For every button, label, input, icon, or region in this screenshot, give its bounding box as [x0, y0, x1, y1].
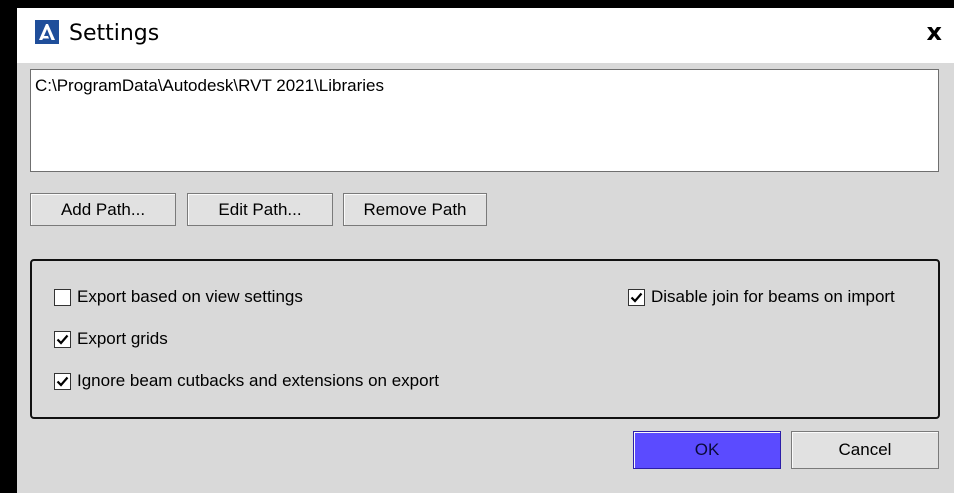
ok-button[interactable]: OK	[633, 431, 781, 469]
ignore-cutbacks-option[interactable]: Ignore beam cutbacks and extensions on e…	[54, 371, 439, 391]
export-view-settings-checkbox[interactable]	[54, 288, 71, 306]
options-group: Export based on view settings Export gri…	[30, 259, 940, 419]
ignore-cutbacks-label: Ignore beam cutbacks and extensions on e…	[77, 371, 439, 390]
title-bar: Settings x	[17, 8, 954, 63]
close-button[interactable]: x	[927, 18, 942, 46]
checkmark-icon	[56, 334, 69, 345]
disable-join-option[interactable]: Disable join for beams on import	[628, 287, 895, 307]
autodesk-logo-icon	[35, 20, 59, 44]
disable-join-checkbox[interactable]	[628, 288, 645, 306]
edit-path-button[interactable]: Edit Path...	[187, 193, 333, 226]
library-path-item[interactable]: C:\ProgramData\Autodesk\RVT 2021\Librari…	[35, 76, 384, 96]
add-path-button[interactable]: Add Path...	[30, 193, 176, 226]
checkmark-icon	[630, 292, 643, 303]
cancel-button[interactable]: Cancel	[791, 431, 939, 469]
export-view-settings-option[interactable]: Export based on view settings	[54, 287, 303, 307]
export-view-settings-label: Export based on view settings	[77, 287, 303, 306]
window-title: Settings	[69, 21, 160, 46]
checkmark-icon	[56, 376, 69, 387]
library-path-list[interactable]: C:\ProgramData\Autodesk\RVT 2021\Librari…	[30, 69, 939, 172]
disable-join-label: Disable join for beams on import	[651, 287, 895, 306]
dialog-body: C:\ProgramData\Autodesk\RVT 2021\Librari…	[17, 63, 954, 493]
export-grids-option[interactable]: Export grids	[54, 329, 168, 349]
remove-path-button[interactable]: Remove Path	[343, 193, 487, 226]
ignore-cutbacks-checkbox[interactable]	[54, 372, 71, 390]
settings-dialog: Settings x C:\ProgramData\Autodesk\RVT 2…	[0, 0, 954, 493]
export-grids-label: Export grids	[77, 329, 168, 348]
export-grids-checkbox[interactable]	[54, 330, 71, 348]
